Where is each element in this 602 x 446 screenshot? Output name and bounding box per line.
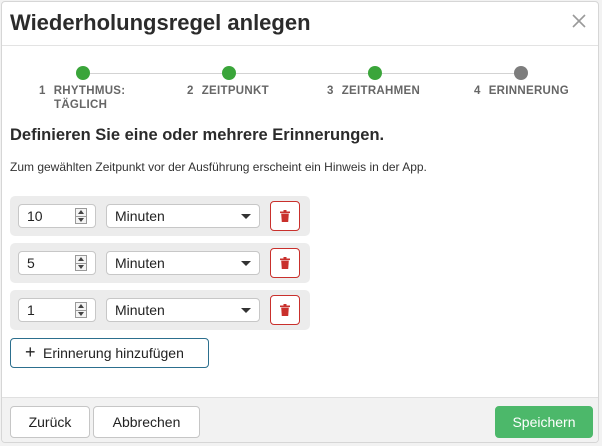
step-number: 1 [39,85,46,97]
step-number: 3 [327,85,334,97]
reminder-unit-value: Minuten [115,255,165,271]
close-icon[interactable] [570,12,588,30]
step-number: 4 [474,85,481,97]
reminder-row: Minuten [10,243,310,283]
step-2-indicator [222,66,236,80]
step-number: 2 [187,85,194,97]
reminder-unit-value: Minuten [115,302,165,318]
trash-icon [280,210,290,222]
caret-down-icon [241,214,251,219]
spinner-control[interactable] [75,255,87,271]
trash-icon [280,304,290,316]
step-connector [236,73,370,74]
reminder-row: Minuten [10,196,310,236]
spinner-down-icon[interactable] [76,263,86,270]
dialog-title: Wiederholungsregel anlegen [10,10,311,35]
step-title: RHYTHMUS: [53,85,126,97]
step-1-label[interactable]: 1 RHYTHMUS: TÄGLICH [39,84,125,112]
step-title: ZEITPUNKT [201,85,269,97]
spinner-down-icon[interactable] [76,216,86,223]
spinner-control[interactable] [75,302,87,318]
step-title: ZEITRAHMEN [341,85,421,97]
reminder-value-input[interactable] [19,252,77,274]
reminder-value-input[interactable] [19,205,77,227]
step-3-label[interactable]: 3 ZEITRAHMEN [327,84,420,98]
plus-icon: + [25,342,36,362]
spinner-control[interactable] [75,208,87,224]
add-reminder-button[interactable]: + Erinnerung hinzufügen [10,338,209,368]
delete-reminder-button[interactable] [270,248,300,278]
back-button[interactable]: Zurück [10,406,90,438]
dialog-footer: Zurück Abbrechen Speichern [2,397,598,442]
step-4-label: 4 ERINNERUNG [474,84,569,98]
trash-icon [280,257,290,269]
delete-reminder-button[interactable] [270,201,300,231]
reminder-value-stepper[interactable] [18,298,96,322]
spinner-down-icon[interactable] [76,310,86,317]
reminder-value-stepper[interactable] [18,251,96,275]
cancel-button[interactable]: Abbrechen [93,406,200,438]
step-title-continued: TÄGLICH [54,99,108,111]
step-2-label[interactable]: 2 ZEITPUNKT [187,84,269,98]
add-reminder-label: Erinnerung hinzufügen [43,345,184,361]
section-heading: Definieren Sie eine oder mehrere Erinner… [10,126,385,144]
caret-down-icon [241,308,251,313]
reminder-value-input[interactable] [19,299,77,321]
reminder-value-stepper[interactable] [18,204,96,228]
reminder-row: Minuten [10,290,310,330]
step-title: ERINNERUNG [488,85,570,97]
stepper: 1 RHYTHMUS: TÄGLICH 2 ZEITPUNKT 3 ZEITRAHME… [2,46,598,116]
step-connector [382,73,516,74]
reminder-unit-select[interactable]: Minuten [106,298,260,322]
caret-down-icon [241,261,251,266]
reminder-unit-select[interactable]: Minuten [106,251,260,275]
save-button[interactable]: Speichern [495,406,593,438]
delete-reminder-button[interactable] [270,295,300,325]
step-4-indicator [514,66,528,80]
step-1-indicator [76,66,90,80]
section-description: Zum gewählten Zeitpunkt vor der Ausführu… [10,160,427,174]
step-3-indicator [368,66,382,80]
reminder-unit-value: Minuten [115,208,165,224]
step-connector [90,73,224,74]
dialog: Wiederholungsregel anlegen 1 RHYTHMUS: TÄ… [1,1,599,443]
dialog-header: Wiederholungsregel anlegen [2,2,598,46]
reminder-unit-select[interactable]: Minuten [106,204,260,228]
